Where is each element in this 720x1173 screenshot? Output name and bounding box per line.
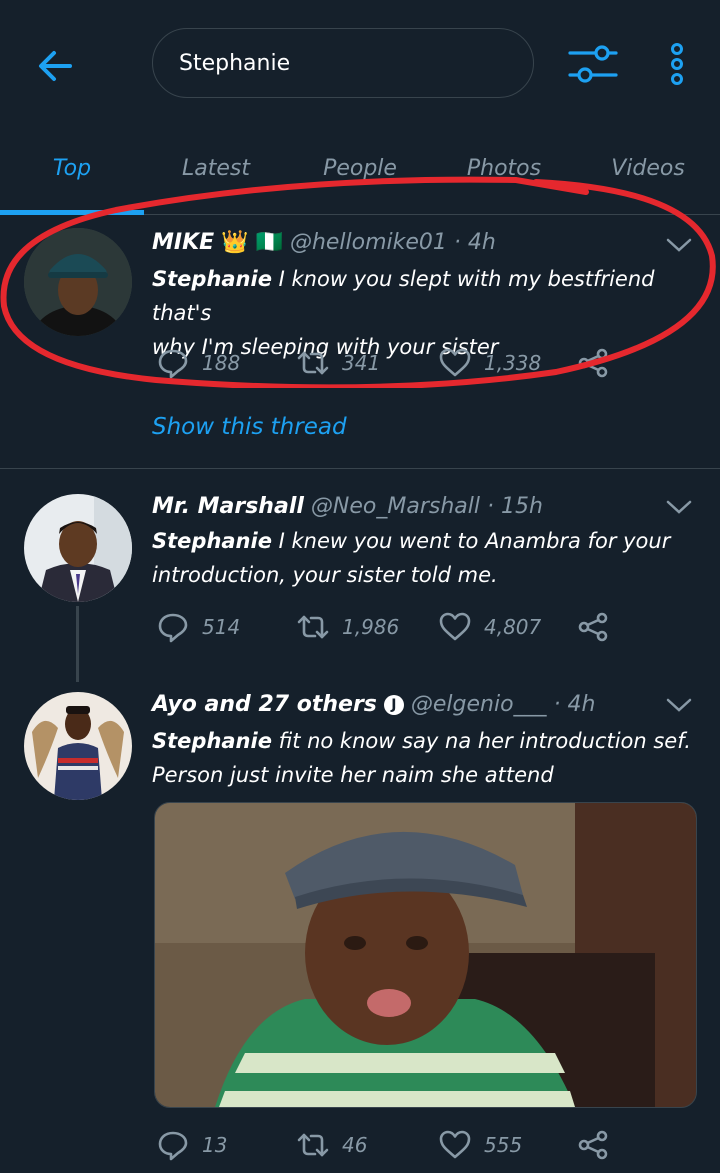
tweet-author-name[interactable]: Mr. Marshall [152, 494, 304, 519]
reply-count: 188 [202, 351, 241, 375]
author-emojis: 👑 🇳🇬 [221, 230, 283, 255]
avatar[interactable] [24, 228, 132, 336]
tweet-text-line: Person just invite her naim she attend [152, 763, 554, 787]
reply-icon [158, 613, 188, 643]
reply-button[interactable]: 514 [156, 610, 240, 644]
heart-icon [439, 348, 471, 377]
like-button[interactable]: 555 [438, 1128, 522, 1162]
tweet-timestamp[interactable]: · 4h [554, 692, 596, 717]
tab-people[interactable]: People [288, 148, 432, 190]
tab-photos[interactable]: Photos [432, 148, 576, 190]
tweet-text-line: I knew you went to Anambra for your [271, 529, 671, 553]
tweet-text: Stephanie I knew you went to Anambra for… [152, 524, 692, 592]
search-filter-button[interactable] [566, 40, 620, 88]
retweet-count: 341 [342, 351, 381, 375]
thread-connector [76, 606, 79, 682]
avatar-image [24, 228, 132, 336]
like-button[interactable]: 1,338 [438, 346, 541, 380]
tweet-author-name[interactable]: MIKE [152, 230, 214, 255]
avatar[interactable] [24, 494, 132, 602]
heart-icon [439, 1130, 471, 1159]
tweet-author-name[interactable]: Ayo and 27 others [152, 692, 377, 717]
retweet-count: 46 [342, 1133, 368, 1157]
tweet-media-image[interactable] [154, 802, 697, 1108]
like-count: 4,807 [484, 615, 542, 639]
search-bar[interactable] [152, 28, 534, 98]
share-icon [578, 612, 608, 642]
avatar-image [24, 692, 132, 800]
reply-button[interactable]: 13 [156, 1128, 227, 1162]
tweet-keyword: Stephanie [152, 729, 272, 753]
share-button[interactable] [576, 610, 610, 644]
chevron-down-icon[interactable] [665, 498, 693, 516]
retweet-button[interactable]: 341 [296, 346, 380, 380]
show-thread-link[interactable]: Show this thread [152, 414, 347, 440]
reply-icon [158, 1131, 188, 1161]
more-vertical-icon [671, 43, 683, 85]
share-icon [578, 348, 608, 378]
chevron-down-icon[interactable] [665, 236, 693, 254]
profile-badge: J [383, 695, 404, 715]
tweet-keyword: Stephanie [152, 529, 272, 553]
share-button[interactable] [576, 346, 610, 380]
retweet-button[interactable]: 46 [296, 1128, 367, 1162]
tweet-keyword: Stephanie [152, 267, 272, 291]
tweet-actions: 13 46 555 [152, 1128, 672, 1168]
back-button[interactable] [30, 42, 82, 90]
search-input[interactable] [177, 49, 501, 77]
retweet-icon [297, 351, 329, 375]
arrow-left-icon [39, 51, 72, 81]
tweet-author-handle[interactable]: @hellomike01 [290, 230, 447, 255]
avatar[interactable] [24, 692, 132, 800]
reply-count: 13 [202, 1133, 228, 1157]
retweet-count: 1,986 [342, 615, 400, 639]
retweet-icon [297, 615, 329, 639]
like-count: 555 [484, 1133, 523, 1157]
tweet-author-handle[interactable]: @Neo_Marshall [311, 494, 480, 519]
tweet-author-handle[interactable]: @elgenio___ [411, 692, 547, 717]
avatar-image [24, 494, 132, 602]
retweet-button[interactable]: 1,986 [296, 610, 399, 644]
retweet-icon [297, 1133, 329, 1157]
tweet-text: Stephanie fit no know say na her introdu… [152, 724, 692, 792]
share-icon [578, 1130, 608, 1160]
active-tab-indicator [0, 210, 144, 215]
more-options-button[interactable] [664, 40, 690, 88]
tab-top[interactable]: Top [0, 148, 144, 190]
like-button[interactable]: 4,807 [438, 610, 541, 644]
search-tabs: Top Latest People Photos Videos [0, 148, 720, 215]
tab-latest[interactable]: Latest [144, 148, 288, 190]
reply-count: 514 [202, 615, 241, 639]
share-button[interactable] [576, 1128, 610, 1162]
tweet-actions: 514 1,986 4,807 [152, 610, 672, 650]
divider [0, 468, 720, 469]
heart-icon [439, 612, 471, 641]
reply-button[interactable]: 188 [156, 346, 240, 380]
sliders-icon [568, 45, 618, 83]
tweet-actions: 188 341 1,338 [152, 346, 672, 386]
tweet-text-line: fit no know say na her introduction sef. [271, 729, 691, 753]
like-count: 1,338 [484, 351, 542, 375]
tab-videos[interactable]: Videos [576, 148, 720, 190]
tweet-timestamp[interactable]: · 15h [487, 494, 543, 519]
chevron-down-icon[interactable] [665, 696, 693, 714]
tweet-timestamp[interactable]: · 4h [454, 230, 496, 255]
tweet-text-line: introduction, your sister told me. [152, 563, 498, 587]
reply-icon [158, 349, 188, 379]
meme-image [155, 803, 696, 1107]
